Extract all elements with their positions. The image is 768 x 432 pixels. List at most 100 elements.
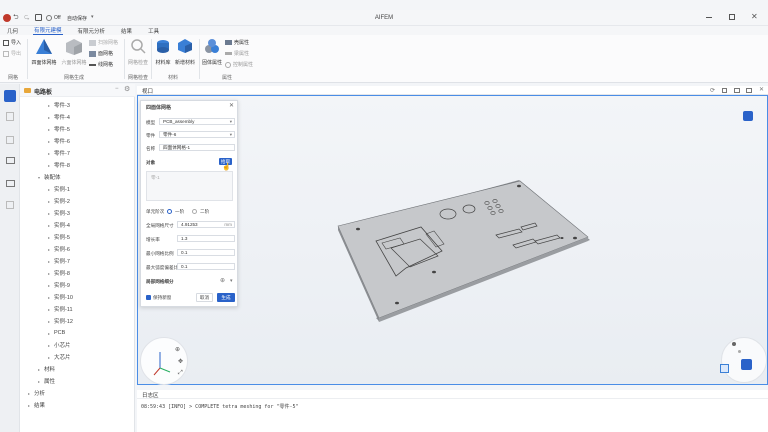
sweep-mesh-button[interactable]: 扫掠网格 [89, 39, 118, 46]
surface-mesh-button[interactable]: 面网格 [89, 50, 113, 57]
close-icon[interactable]: ✕ [229, 102, 234, 109]
tree-item[interactable]: ▸ 实例-1 [48, 183, 70, 195]
model-tree-icon[interactable] [4, 90, 16, 102]
tetra-mesh-button[interactable]: 四面体网格 [30, 38, 58, 66]
control-property-button[interactable]: 控制属性 [225, 61, 253, 68]
mesh-check-button[interactable]: 网格检查 [127, 38, 149, 66]
max-curvature-input[interactable]: 0.1 [177, 263, 235, 270]
folder-icon[interactable] [6, 180, 15, 187]
tree-item[interactable]: ▸ 零件-4 [48, 111, 70, 123]
tree-item-label: 小芯片 [54, 343, 71, 349]
tree-item[interactable]: ▸ 实例-6 [48, 243, 70, 255]
tree-item[interactable]: ▸ 分析 [28, 387, 45, 399]
import-button[interactable]: 导入 [3, 39, 21, 46]
split-view-icon[interactable] [734, 88, 740, 93]
beam-property-button[interactable]: 梁属性 [225, 50, 249, 57]
line-mesh-button[interactable]: 线网格 [89, 61, 113, 68]
generate-button[interactable]: 生成 [217, 293, 235, 302]
tree-item[interactable]: ▸ 实例-12 [48, 315, 73, 327]
tree-item[interactable]: ▸ 零件-7 [48, 147, 70, 159]
shell-property-button[interactable]: 壳属性 [225, 39, 249, 46]
menu-fem-modeling[interactable]: 有限元建模 [33, 26, 63, 35]
home-view-icon[interactable] [720, 364, 729, 373]
tree-item[interactable]: ▸ 实例-10 [48, 291, 73, 303]
tree-item-label: 大芯片 [54, 355, 71, 361]
tree-item[interactable]: ▸ 小芯片 [48, 339, 71, 351]
close-icon[interactable]: ✕ [759, 86, 764, 93]
layout-icon[interactable] [746, 88, 752, 93]
radio-second-order[interactable] [192, 209, 197, 214]
view-cube-icon[interactable] [741, 359, 752, 370]
tree-item[interactable]: ▸ 大芯片 [48, 351, 71, 363]
ribbon-separator [151, 39, 152, 79]
pan-icon[interactable]: ✥ [178, 358, 183, 365]
cancel-button[interactable]: 取消 [196, 293, 213, 302]
tree-item[interactable]: ▸ 零件-6 [48, 135, 70, 147]
tree-item[interactable]: ▾ 装配体 [38, 171, 61, 183]
tree-item[interactable]: ▸ 零件-8 [48, 159, 70, 171]
layers-icon[interactable] [6, 136, 14, 144]
menu-tools[interactable]: 工具 [147, 27, 160, 35]
snapshot-icon[interactable] [743, 111, 753, 121]
tree-item-label: 实例-11 [54, 307, 73, 313]
tree-item[interactable]: ▸ 实例-5 [48, 231, 70, 243]
fullscreen-icon[interactable]: ⤢ [178, 370, 183, 377]
tree-item[interactable]: ▸ 属性 [38, 375, 55, 387]
growth-rate-input[interactable]: 1.3 [177, 235, 235, 242]
tree-item[interactable]: ▸ 实例-2 [48, 195, 70, 207]
mount-hole [356, 227, 360, 231]
hexa-mesh-button[interactable]: 六面体网格 [60, 38, 88, 66]
tree-item[interactable]: ▸ 实例-3 [48, 207, 70, 219]
keep-open-checkbox[interactable] [146, 295, 151, 300]
chevron-down-icon[interactable]: ▾ [230, 278, 233, 284]
name-input[interactable]: 四面体网格-1 [159, 144, 235, 151]
export-doc-icon[interactable] [6, 201, 14, 209]
object-list[interactable]: 零-1 [146, 171, 233, 201]
new-material-button[interactable]: 新增材料 [174, 38, 196, 66]
tree-item[interactable]: ▸ 实例-4 [48, 219, 70, 231]
fit-view-icon[interactable] [722, 88, 727, 93]
object-list-item[interactable]: 零-1 [151, 175, 160, 181]
collapse-icon[interactable]: − [115, 86, 119, 92]
menu-geometry[interactable]: 几何 [6, 27, 19, 35]
tree-item[interactable]: ▸ 实例-9 [48, 279, 70, 291]
document-icon[interactable] [6, 112, 14, 121]
minimize-icon[interactable] [706, 17, 712, 18]
tree-item[interactable]: ▸ 零件-3 [48, 99, 70, 111]
material-library-button[interactable]: 材料库 [153, 38, 173, 66]
menu-fem-analysis[interactable]: 有限元分析 [77, 27, 107, 35]
tree-item[interactable]: ▸ PCB [48, 327, 65, 339]
orbit-dot-icon[interactable] [738, 350, 741, 353]
radio-first-order[interactable] [167, 209, 172, 214]
menu-results[interactable]: 结果 [120, 27, 133, 35]
zoom-icon[interactable]: ⊕ [175, 346, 180, 353]
tree-item[interactable]: ▸ 实例-11 [48, 303, 73, 315]
tree-item[interactable]: ▸ 结果 [28, 399, 45, 411]
import-label: 导入 [11, 40, 22, 46]
tree-item[interactable]: ▸ 实例-7 [48, 255, 70, 267]
export-button[interactable]: 导出 [3, 50, 21, 57]
add-folder-icon[interactable] [6, 157, 15, 164]
solid-property-button[interactable]: 固体属性 [201, 38, 223, 66]
part-select[interactable]: 零件-6 ▾ [159, 131, 235, 138]
tree-item-label: 实例-4 [54, 223, 70, 229]
tree-item[interactable]: ▸ 零件-5 [48, 123, 70, 135]
tree-item[interactable]: ▸ 材料 [38, 363, 55, 375]
tree-root-label[interactable]: 电路板 [34, 87, 52, 96]
refresh-icon[interactable]: ⟳ [710, 87, 715, 94]
min-ratio-input[interactable]: 0.1 [177, 249, 235, 256]
tree-item[interactable]: ▸ 实例-8 [48, 267, 70, 279]
model-select[interactable]: PCB_assembly ▾ [159, 118, 235, 125]
max-curvature-value: 0.1 [181, 264, 188, 269]
add-icon[interactable]: ⊕ [220, 277, 225, 284]
orbit-dot-icon[interactable] [732, 342, 736, 346]
tree-item-label: 实例-9 [54, 283, 70, 289]
global-size-unit: mm [224, 222, 232, 227]
global-size-input[interactable]: 4.91253 mm [177, 221, 235, 228]
part-select-value: 零件-6 [163, 132, 177, 137]
restore-icon[interactable] [729, 14, 735, 20]
settings-gear-icon[interactable]: ⚙ [124, 85, 130, 93]
close-icon[interactable]: ✕ [751, 12, 758, 21]
pcb-plate [337, 180, 589, 319]
viewport-title: 视口 [142, 89, 154, 95]
